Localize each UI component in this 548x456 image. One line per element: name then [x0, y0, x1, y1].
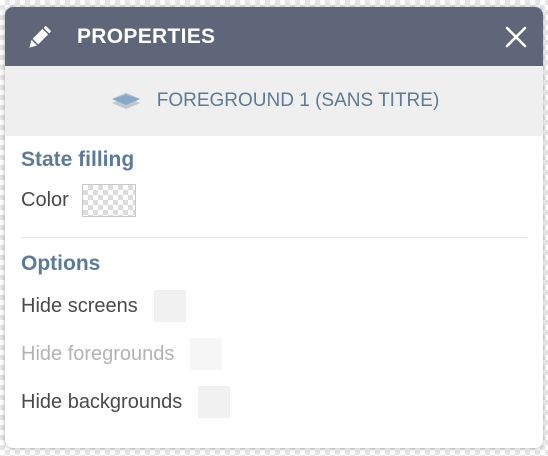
hide-backgrounds-checkbox[interactable]: [198, 386, 231, 418]
section-title-state-filling: State filling: [21, 148, 135, 171]
section-title-options: Options: [21, 252, 101, 275]
option-label-hide-screens: Hide screens: [21, 294, 138, 317]
hide-foregrounds-checkbox: [190, 338, 223, 370]
color-swatch[interactable]: [81, 184, 136, 217]
close-button[interactable]: [503, 24, 529, 50]
option-row-hide-backgrounds: Hide backgrounds: [21, 386, 527, 418]
option-row-hide-screens: Hide screens: [21, 290, 527, 322]
pencil-icon: [23, 20, 57, 54]
selected-object-bar: FOREGROUND 1 (SANS TITRE): [5, 66, 543, 136]
hide-screens-checkbox[interactable]: [153, 290, 186, 322]
properties-content: State filling Color Options Hide screens…: [5, 148, 543, 418]
option-label-hide-backgrounds: Hide backgrounds: [21, 390, 183, 413]
panel-title: PROPERTIES: [77, 24, 216, 48]
close-icon: [505, 26, 527, 48]
option-label-hide-foregrounds: Hide foregrounds: [21, 342, 175, 365]
color-label: Color: [21, 189, 69, 211]
option-row-hide-foregrounds: Hide foregrounds: [21, 338, 527, 370]
section-divider: [21, 237, 527, 238]
selected-object-label: FOREGROUND 1 (SANS TITRE): [156, 90, 440, 111]
panel-header: PROPERTIES: [5, 7, 543, 66]
layer-icon: [109, 88, 143, 114]
properties-panel: PROPERTIES FOREGROUND 1 (SANS TITRE) Sta…: [5, 7, 543, 448]
color-row: Color: [21, 184, 527, 217]
